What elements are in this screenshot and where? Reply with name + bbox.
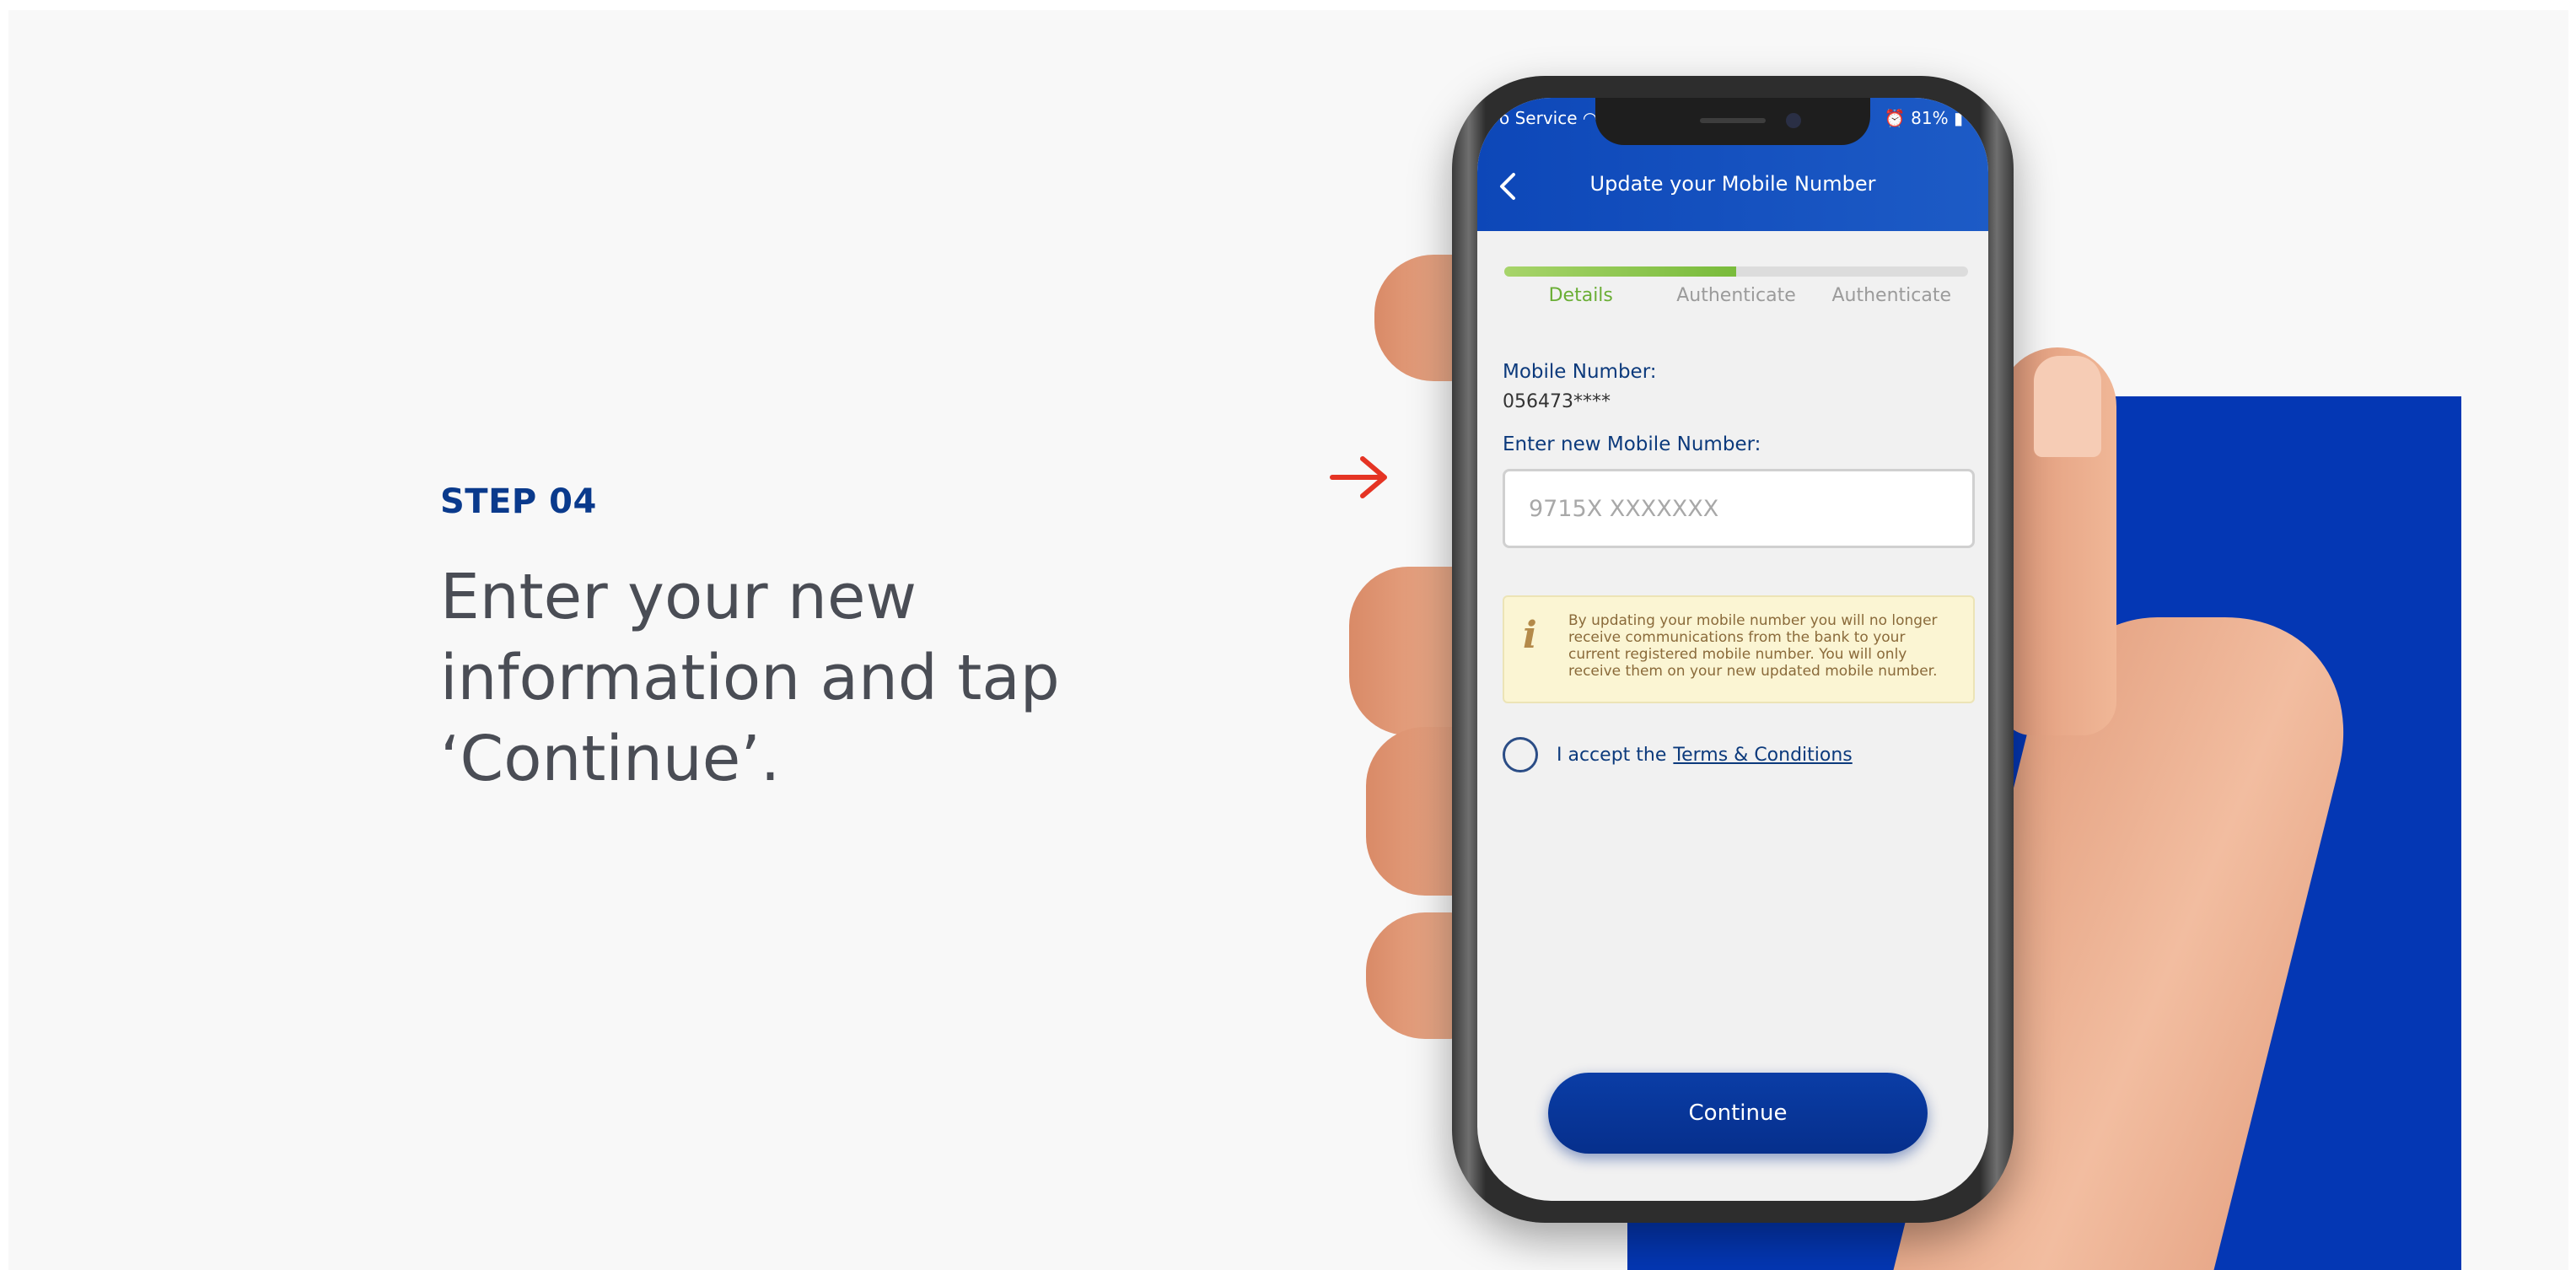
step-authenticate-final: Authenticate (1831, 285, 1952, 306)
step-authenticate: Authenticate (1676, 285, 1796, 306)
terms-conditions-link[interactable]: Terms & Conditions (1673, 745, 1852, 766)
accept-terms-radio[interactable] (1503, 737, 1538, 772)
alarm-icon: ⏰ (1884, 108, 1906, 128)
speaker-grille (1700, 118, 1766, 123)
terms-prefix: I accept the (1557, 744, 1667, 766)
front-camera-icon (1786, 113, 1801, 128)
progress-steps: Details Authenticate Authenticate (1504, 285, 1968, 306)
info-notice: i By updating your mobile number you wil… (1503, 595, 1975, 703)
notice-text: By updating your mobile number you will … (1568, 612, 1938, 680)
step-label: STEP 04 (440, 482, 597, 521)
step-instruction: Enter your new information and tap ‘Cont… (440, 561, 1060, 795)
progress-fill (1504, 266, 1736, 277)
step-details: Details (1548, 285, 1613, 306)
battery-icon: ▮ (1953, 108, 1963, 128)
new-number-label: Enter new Mobile Number: (1503, 433, 1761, 455)
thumb-nail (2034, 356, 2101, 457)
carrier-text: o Service (1499, 108, 1578, 128)
phone-device: o Service ◠ ⏰ 81% ▮ Update your Mobile N… (1452, 76, 2014, 1223)
pointer-arrow-icon (1330, 456, 1387, 498)
progress-bar (1504, 266, 1968, 277)
status-battery: ⏰ 81% ▮ (1885, 108, 1963, 128)
phone-screen: o Service ◠ ⏰ 81% ▮ Update your Mobile N… (1477, 98, 1988, 1201)
status-carrier: o Service ◠ (1499, 108, 1597, 128)
terms-row: I accept the Terms & Conditions (1503, 737, 1853, 772)
current-number-value: 056473**** (1503, 391, 1611, 412)
tutorial-canvas: STEP 04 Enter your new information and t… (8, 10, 2568, 1270)
info-icon: i (1523, 614, 1537, 657)
battery-percent: 81% (1911, 108, 1949, 128)
continue-button[interactable]: Continue (1548, 1073, 1928, 1154)
screen-title: Update your Mobile Number (1589, 172, 1876, 196)
current-number-label: Mobile Number: (1503, 361, 1657, 383)
phone-notch (1595, 98, 1870, 145)
new-mobile-number-input[interactable] (1503, 469, 1975, 548)
